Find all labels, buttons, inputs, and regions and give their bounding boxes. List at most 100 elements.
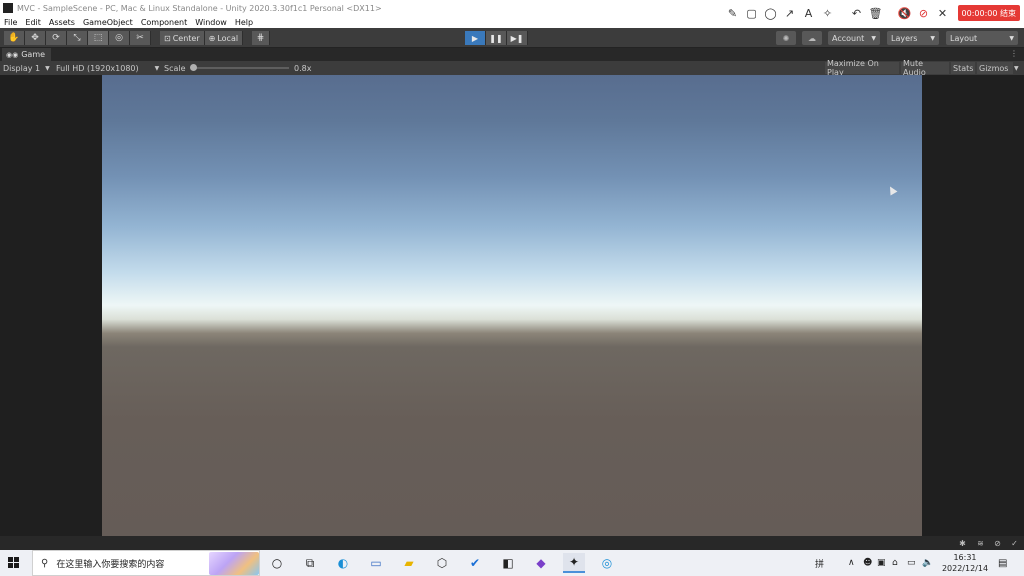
grid-snap-icon[interactable]: ⋕ — [252, 31, 270, 45]
trash-icon[interactable]: 🗑 — [867, 4, 885, 22]
collab-icon[interactable]: ✺ — [776, 31, 796, 45]
app-icon-circle[interactable]: ◎ — [596, 553, 618, 573]
unity-active-icon[interactable]: ✦ — [563, 553, 585, 573]
qq-icon[interactable]: ☻ — [863, 550, 872, 576]
maximize-on-play-toggle[interactable]: Maximize On Play — [825, 59, 899, 77]
menu-edit[interactable]: Edit — [21, 18, 45, 27]
mic-muted-icon[interactable]: ⊘ — [915, 4, 933, 22]
layout-dropdown[interactable]: Layout ▼ — [946, 31, 1018, 45]
mute-audio-toggle[interactable]: Mute Audio — [901, 59, 949, 77]
scale-label: Scale — [164, 63, 186, 73]
file-explorer-icon[interactable]: ▰ — [398, 553, 420, 573]
window-title: MVC - SampleScene - PC, Mac & Linux Stan… — [17, 3, 382, 13]
notification-icon[interactable]: ▤ — [998, 550, 1007, 576]
record-timer-button[interactable]: 00:00:00 结束 — [957, 5, 1020, 21]
chevron-down-icon: ▼ — [871, 34, 876, 42]
pivot-group: ⊡ Center ⊕ Local — [160, 31, 244, 45]
search-placeholder: 在这里输入你要搜索的内容 — [56, 559, 165, 570]
hand-tool-icon[interactable]: ✋ — [4, 31, 25, 45]
pause-button[interactable]: ❚❚ — [486, 31, 507, 45]
step-button[interactable]: ▶❚ — [507, 31, 528, 45]
windows-start-icon[interactable] — [8, 557, 20, 569]
volume-icon[interactable]: 🔈 — [922, 550, 933, 576]
more-options-icon[interactable]: ⋮ — [1010, 49, 1018, 58]
app-icon-check[interactable]: ✔ — [464, 553, 486, 573]
game-viewport[interactable] — [102, 75, 922, 536]
move-tool-icon[interactable]: ✥ — [25, 31, 46, 45]
checkmark-icon[interactable]: ✓ — [1009, 538, 1020, 548]
cloud-icon[interactable]: ☁ — [802, 31, 822, 45]
resolution-dropdown[interactable]: Full HD (1920x1080) ▼ — [56, 61, 159, 75]
play-controls: ▶ ❚❚ ▶❚ — [465, 31, 528, 45]
rotation-label: Local — [217, 33, 239, 43]
pivot-local-button[interactable]: ⊕ Local — [204, 31, 244, 45]
pencil-icon[interactable]: ✎ — [724, 4, 742, 22]
play-button[interactable]: ▶ — [465, 31, 486, 45]
undo-icon[interactable]: ↶ — [848, 4, 866, 22]
menu-file[interactable]: File — [0, 18, 21, 27]
gizmos-chevron-icon[interactable]: ▼ — [1014, 61, 1019, 75]
taskbar-search[interactable]: ⚲ 在这里输入你要搜索的内容 — [32, 550, 260, 576]
game-view-area — [0, 75, 1024, 536]
unity-hub-icon[interactable]: ⬡ — [431, 553, 453, 573]
scale-slider-track[interactable] — [193, 67, 289, 69]
tray-app-icon[interactable]: ▣ — [877, 550, 886, 576]
pivot-center-button[interactable]: ⊡ Center — [160, 31, 205, 45]
menu-gameobject[interactable]: GameObject — [79, 18, 137, 27]
rotate-tool-icon[interactable]: ⟳ — [46, 31, 67, 45]
layers-dropdown[interactable]: Layers ▼ — [887, 31, 939, 45]
gamepad-icon: ◉◉ — [6, 50, 19, 59]
search-highlight-image — [209, 552, 259, 575]
scale-tool-icon[interactable]: ⤡ — [67, 31, 88, 45]
rect-tool-icon[interactable]: ⬚ — [88, 31, 109, 45]
hierarchy-icon[interactable]: ≋ — [975, 538, 986, 548]
grid-snap-group: ⋕ — [252, 31, 270, 45]
close-icon[interactable]: ✕ — [934, 4, 952, 22]
progress-icon[interactable]: ⊘ — [992, 538, 1003, 548]
menu-assets[interactable]: Assets — [45, 18, 79, 27]
scale-slider-thumb[interactable] — [190, 64, 197, 71]
custom-tool-icon[interactable]: ✂ — [130, 31, 151, 45]
network-icon[interactable]: ⌂ — [892, 550, 898, 576]
layout-label: Layout — [950, 33, 978, 43]
text-icon[interactable]: A — [800, 4, 818, 22]
chevron-down-icon: ▼ — [1009, 34, 1014, 42]
tab-game[interactable]: ◉◉ Game — [2, 48, 52, 61]
transform-tool-icon[interactable]: ◎ — [109, 31, 130, 45]
menu-component[interactable]: Component — [137, 18, 191, 27]
visual-studio-icon[interactable]: ◆ — [530, 553, 552, 573]
speaker-muted-icon[interactable]: 🔇 — [896, 4, 914, 22]
ime-indicator[interactable]: 拼 — [815, 550, 824, 576]
account-dropdown[interactable]: Account ▼ — [828, 31, 880, 45]
taskbar-clock[interactable]: 16:31 2022/12/14 — [938, 552, 992, 574]
unity-editor-icon[interactable]: ◧ — [497, 553, 519, 573]
stats-toggle[interactable]: Stats — [951, 62, 975, 74]
chevron-down-icon: ▼ — [930, 34, 935, 42]
battery-icon[interactable]: ▭ — [907, 550, 916, 576]
bug-icon[interactable]: ✱ — [957, 538, 968, 548]
magic-wand-icon[interactable]: ✧ — [819, 4, 837, 22]
layers-label: Layers — [891, 33, 918, 43]
circle-icon[interactable]: ◯ — [762, 4, 780, 22]
task-view-icon[interactable]: ⧉ — [299, 553, 321, 573]
edge-browser-icon[interactable]: ◐ — [332, 553, 354, 573]
status-bar: ✱ ≋ ⊘ ✓ — [0, 536, 1024, 550]
scale-value: 0.8x — [294, 63, 312, 73]
display-label: Display 1 — [3, 63, 41, 73]
game-view-toolbar: Display 1 ▼ Full HD (1920x1080) ▼ Scale 0.… — [0, 59, 1024, 77]
menu-window[interactable]: Window — [191, 18, 231, 27]
resolution-label: Full HD (1920x1080) — [56, 63, 139, 73]
display-dropdown[interactable]: Display 1 ▼ — [3, 61, 50, 75]
rectangle-icon[interactable]: ▢ — [743, 4, 761, 22]
chevron-down-icon: ▼ — [45, 64, 50, 72]
cortana-icon[interactable]: ○ — [266, 553, 288, 573]
pivot-icon: ⊡ — [164, 33, 171, 43]
menu-help[interactable]: Help — [231, 18, 257, 27]
clock-time: 16:31 — [953, 553, 977, 562]
gizmos-toggle[interactable]: Gizmos — [977, 62, 1013, 74]
local-icon: ⊕ — [208, 33, 216, 43]
app-icon-blue[interactable]: ▭ — [365, 553, 387, 573]
chevron-up-icon[interactable]: ∧ — [848, 550, 855, 576]
arrow-icon[interactable]: ↗ — [781, 4, 799, 22]
screen: MVC - SampleScene - PC, Mac & Linux Stan… — [0, 0, 1024, 576]
